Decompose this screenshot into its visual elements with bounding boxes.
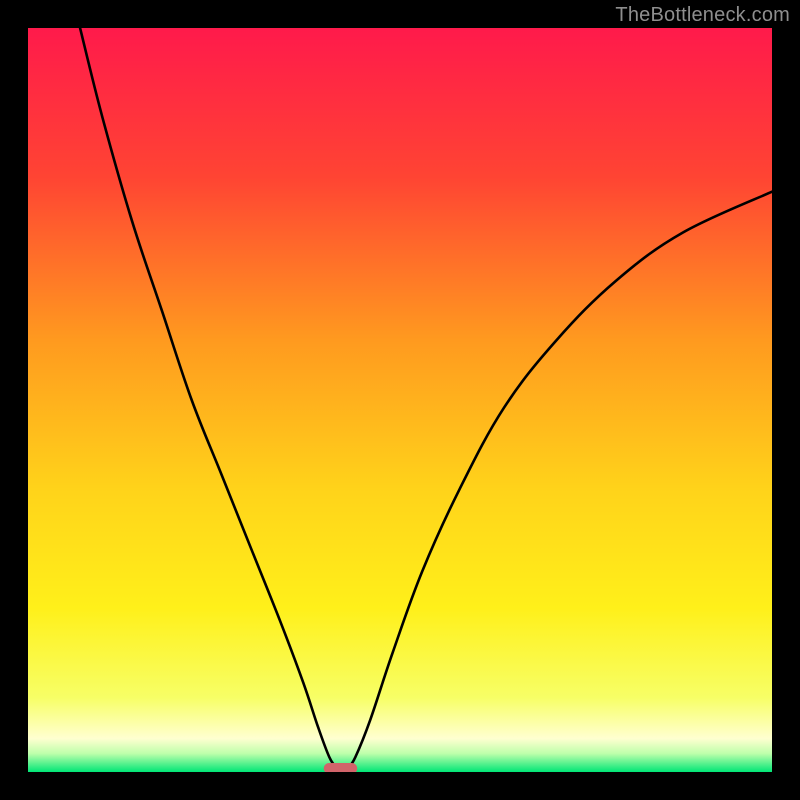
chart-frame [28, 28, 772, 772]
minimum-marker [324, 763, 357, 772]
watermark-text: TheBottleneck.com [615, 4, 790, 27]
bottleneck-chart [28, 28, 772, 772]
gradient-background [28, 28, 772, 772]
min-marker-pill [324, 763, 357, 772]
